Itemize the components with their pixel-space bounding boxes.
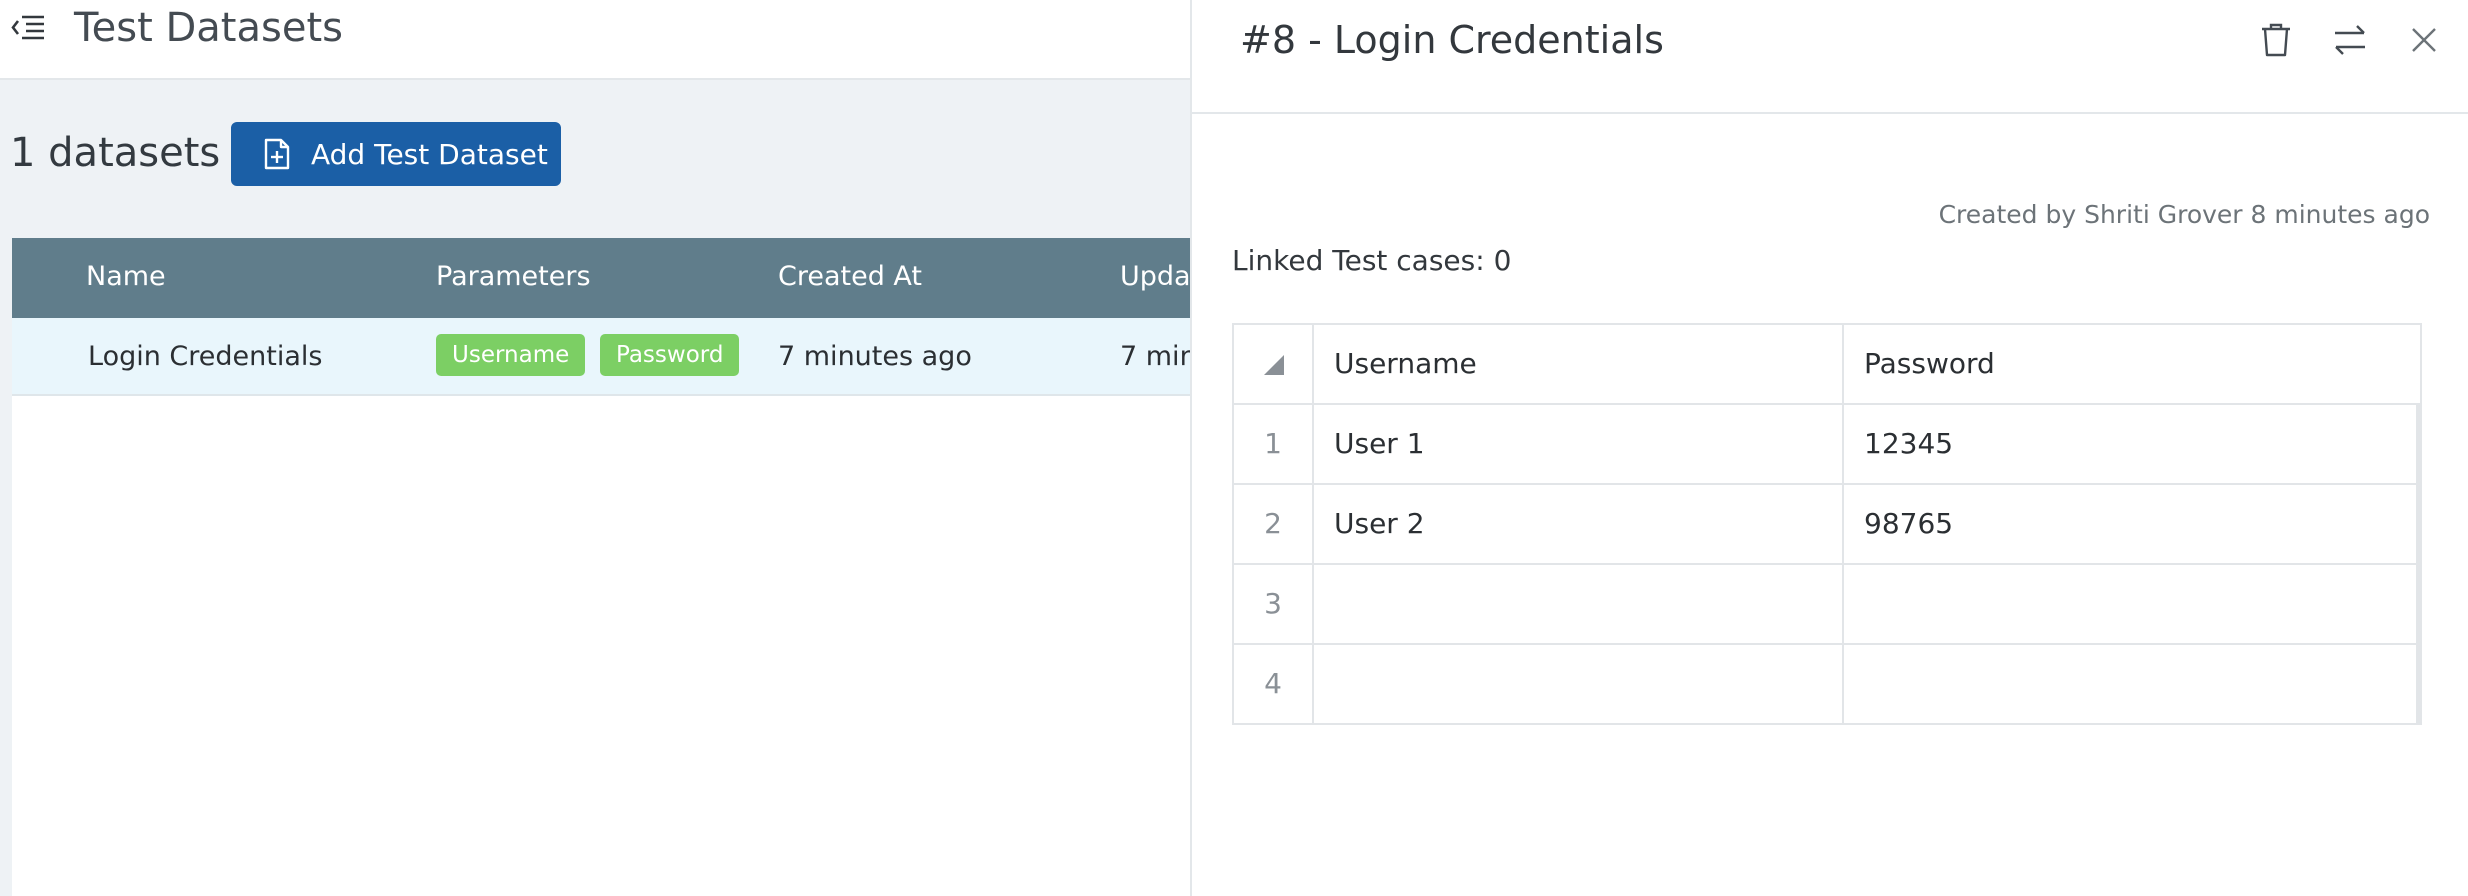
grid-scrollbar[interactable]	[2416, 405, 2420, 723]
grid-corner[interactable]	[1234, 325, 1314, 403]
linked-test-cases: Linked Test cases: 0	[1232, 244, 1512, 277]
swap-icon[interactable]	[2330, 20, 2370, 60]
row-index: 4	[1234, 645, 1314, 723]
grid-cell[interactable]	[1844, 645, 2416, 723]
column-header-updated-at[interactable]: Upda	[1120, 260, 1191, 294]
grid-cell[interactable]	[1844, 565, 2416, 643]
grid-row: 3	[1234, 565, 2420, 645]
grid-row: 4	[1234, 645, 2420, 725]
grid-header-row: Username Password	[1234, 325, 2420, 405]
add-test-dataset-button[interactable]: Add Test Dataset	[231, 122, 561, 186]
menu-collapse-icon[interactable]	[10, 12, 46, 44]
grid-cell[interactable]: User 1	[1314, 405, 1844, 483]
row-index: 1	[1234, 405, 1314, 483]
drawer-title: #8 - Login Credentials	[1240, 18, 1664, 62]
drawer-header: #8 - Login Credentials	[1192, 0, 2468, 114]
grid-column-header-password[interactable]: Password	[1844, 325, 2416, 403]
grid-row: 2 User 2 98765	[1234, 485, 2420, 565]
grid-cell[interactable]: User 2	[1314, 485, 1844, 563]
row-index: 2	[1234, 485, 1314, 563]
datasets-table: Name Parameters Created At Upda Login Cr…	[12, 238, 1197, 896]
grid-cell[interactable]: 12345	[1844, 405, 2416, 483]
table-row[interactable]: Login Credentials Username Password 7 mi…	[12, 318, 1197, 396]
select-all-corner-icon	[1264, 355, 1284, 375]
column-header-parameters[interactable]: Parameters	[436, 260, 591, 294]
column-header-created-at[interactable]: Created At	[778, 260, 922, 294]
datasets-page: Test Datasets 1 datasets Add Test Datase…	[0, 0, 1197, 896]
dataset-grid: Username Password 1 User 1 12345 2 User …	[1232, 323, 2422, 725]
grid-cell[interactable]: 98765	[1844, 485, 2416, 563]
dataset-detail-drawer: #8 - Login Credentials Created by Shriti…	[1190, 0, 2468, 896]
created-at-cell: 7 minutes ago	[778, 341, 972, 372]
dataset-name-cell[interactable]: Login Credentials	[88, 340, 322, 374]
parameter-chip: Password	[600, 334, 740, 376]
updated-at-cell: 7 min	[1120, 341, 1197, 372]
add-test-dataset-label: Add Test Dataset	[311, 137, 548, 171]
close-icon[interactable]	[2404, 20, 2444, 60]
page-title: Test Datasets	[74, 5, 343, 51]
grid-cell[interactable]	[1314, 645, 1844, 723]
file-plus-icon	[264, 138, 290, 170]
parameter-chip: Username	[436, 334, 586, 376]
table-header: Name Parameters Created At Upda	[12, 238, 1191, 318]
row-index: 3	[1234, 565, 1314, 643]
grid-column-header-username[interactable]: Username	[1314, 325, 1844, 403]
dataset-count: 1 datasets	[10, 130, 221, 176]
column-header-name[interactable]: Name	[86, 260, 166, 294]
top-bar: Test Datasets	[0, 0, 1190, 80]
grid-row: 1 User 1 12345	[1234, 405, 2420, 485]
grid-cell[interactable]	[1314, 565, 1844, 643]
created-by-text: Created by Shriti Grover 8 minutes ago	[1938, 200, 2430, 229]
trash-icon[interactable]	[2256, 20, 2296, 60]
